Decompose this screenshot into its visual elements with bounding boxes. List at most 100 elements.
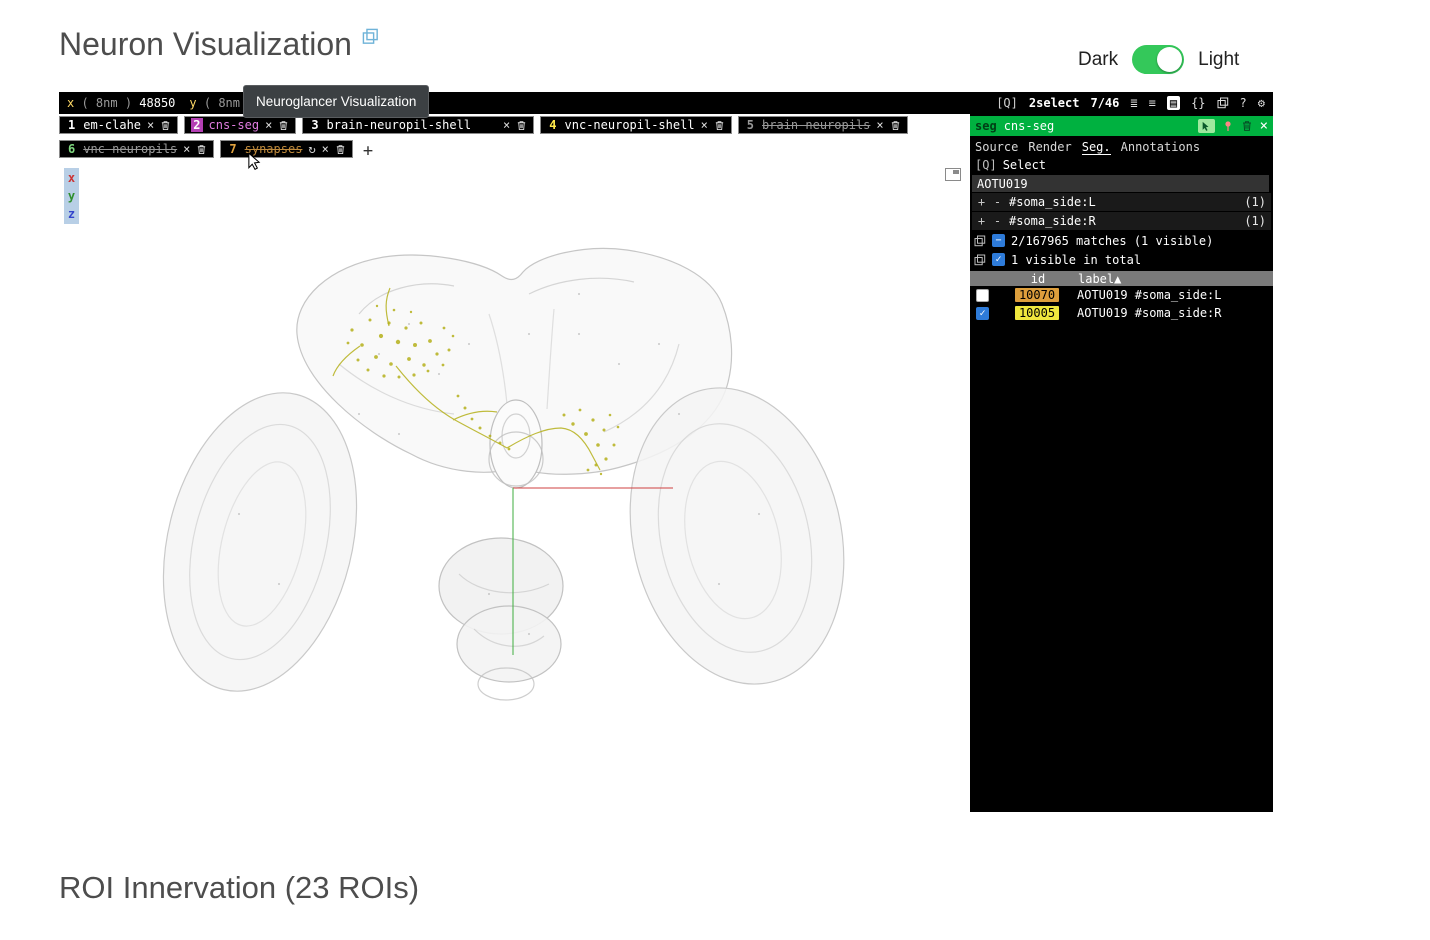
tab-source[interactable]: Source xyxy=(975,140,1018,154)
layer-panel-header[interactable]: seg cns-seg × xyxy=(970,116,1273,136)
tab-seg[interactable]: Seg. xyxy=(1082,140,1111,155)
neuroglancer-viewer: x ( 8nm ) 48850 y ( 8nm ) [Q] 2select 7/… xyxy=(59,92,1273,812)
trash-icon[interactable] xyxy=(890,120,901,131)
tag-include-button[interactable]: + xyxy=(977,195,986,209)
picture-in-picture-icon[interactable] xyxy=(945,168,961,181)
add-layer-button[interactable]: + xyxy=(359,141,377,161)
theme-switch[interactable] xyxy=(1132,45,1184,74)
layer-tab-synapses[interactable]: 7 synapses ↻ × xyxy=(220,140,353,158)
segmentation-side-panel: seg cns-seg × Source Render Seg. Annotat… xyxy=(970,114,1273,812)
column-label[interactable]: label▲ xyxy=(1078,272,1121,286)
segment-label: AOTU019 #soma_side:L xyxy=(1077,288,1222,302)
segment-row-10005[interactable]: ✓ 10005 AOTU019 #soma_side:R xyxy=(970,304,1273,322)
neuroglancer-viewport[interactable]: x y z xyxy=(59,114,966,812)
layer-tab-em-clahe[interactable]: 1 em-clahe × xyxy=(59,116,178,134)
axis-z-label: z xyxy=(68,206,75,222)
selection-fraction: 7/46 xyxy=(1090,96,1119,110)
roi-innervation-heading: ROI Innervation (23 ROIs) xyxy=(59,870,419,906)
sort-asc-icon: ▲ xyxy=(1114,272,1121,286)
layer-panel-tabs: Source Render Seg. Annotations xyxy=(970,136,1273,156)
pick-cursor-icon[interactable] xyxy=(1198,119,1215,133)
close-panel-icon[interactable]: × xyxy=(1260,118,1268,134)
layer-tab-vnc-neuropils[interactable]: 6 vnc-neuropils × xyxy=(59,140,214,158)
matches-checkbox[interactable]: − xyxy=(992,234,1005,247)
close-icon[interactable]: × xyxy=(876,118,883,132)
brain-mesh-render xyxy=(59,114,966,812)
layer-tab-vnc-neuropil-shell[interactable]: 4 vnc-neuropil-shell × xyxy=(540,116,732,134)
tag-count: (1) xyxy=(1244,214,1266,228)
dimension-x[interactable]: x ( 8nm ) 48850 xyxy=(67,96,175,110)
trash-icon[interactable] xyxy=(335,144,346,155)
side-panel-icon[interactable]: ▤ xyxy=(1167,96,1180,110)
layer-type-badge: seg xyxy=(975,119,997,133)
tag-include-button[interactable]: + xyxy=(977,214,986,228)
close-icon[interactable]: × xyxy=(503,118,510,132)
trash-icon[interactable] xyxy=(196,144,207,155)
visible-checkbox[interactable]: ✓ xyxy=(992,253,1005,266)
position-dimensions[interactable]: x ( 8nm ) 48850 y ( 8nm ) xyxy=(67,96,254,110)
tab-annotations[interactable]: Annotations xyxy=(1121,140,1200,154)
tag-count: (1) xyxy=(1244,195,1266,209)
matches-row: − 2/167965 matches (1 visible) xyxy=(970,231,1273,250)
trash-icon[interactable] xyxy=(278,120,289,131)
tag-row-soma-side-l[interactable]: + - #soma_side:L (1) xyxy=(972,193,1271,211)
segment-row-10070[interactable]: 10070 AOTU019 #soma_side:L xyxy=(970,286,1273,304)
copy-visible-ids-icon[interactable] xyxy=(974,254,986,266)
tooltip: Neuroglancer Visualization xyxy=(243,85,429,118)
copy-ids-icon[interactable] xyxy=(974,235,986,247)
layer-tab-brain-neuropils[interactable]: 5 brain-neuropils × xyxy=(738,116,908,134)
help-icon[interactable]: ? xyxy=(1240,96,1247,110)
matches-text: 2/167965 matches (1 visible) xyxy=(1011,234,1213,248)
close-icon[interactable]: × xyxy=(265,118,272,132)
theme-toggle: Dark Light xyxy=(1078,45,1239,74)
trash-icon[interactable] xyxy=(714,120,725,131)
select-shortcut-hint: [Q] xyxy=(975,158,997,172)
copy-link-icon[interactable] xyxy=(362,28,379,45)
trash-icon[interactable] xyxy=(516,120,527,131)
tag-exclude-button[interactable]: - xyxy=(993,195,1002,209)
segment-search-input[interactable] xyxy=(972,175,1269,192)
position-bar: x ( 8nm ) 48850 y ( 8nm ) [Q] 2select 7/… xyxy=(59,92,1273,114)
trash-icon[interactable] xyxy=(160,120,171,131)
segment-visibility-checkbox[interactable] xyxy=(976,289,989,302)
tag-row-soma-side-r[interactable]: + - #soma_side:R (1) xyxy=(972,212,1271,230)
layer-stack-icon[interactable]: ≣ xyxy=(1130,96,1137,110)
segment-id-chip[interactable]: 10070 xyxy=(1015,288,1059,302)
select-label: Select xyxy=(1003,158,1046,172)
segment-table-header: id label▲ xyxy=(970,271,1273,286)
refresh-icon[interactable]: ↻ xyxy=(308,142,315,156)
duplicate-view-icon[interactable] xyxy=(1217,97,1229,109)
tab-render[interactable]: Render xyxy=(1028,140,1071,154)
layer-list-icon[interactable]: ≡ xyxy=(1149,96,1156,110)
layer-tab-brain-neuropil-shell[interactable]: 3 brain-neuropil-shell × xyxy=(302,116,534,134)
close-icon[interactable]: × xyxy=(147,118,154,132)
layer-name-label: cns-seg xyxy=(1004,119,1055,133)
tag-name: #soma_side:R xyxy=(1009,214,1237,228)
close-icon[interactable]: × xyxy=(322,142,329,156)
page-title: Neuron Visualization xyxy=(59,26,379,63)
axis-indicator: x y z xyxy=(64,168,79,224)
segment-label: AOTU019 #soma_side:R xyxy=(1077,306,1222,320)
trash-icon[interactable] xyxy=(1241,120,1253,132)
axis-x-label: x xyxy=(68,170,75,186)
settings-gear-icon[interactable]: ⚙ xyxy=(1258,96,1265,110)
theme-switch-knob[interactable] xyxy=(1157,47,1182,72)
theme-dark-label: Dark xyxy=(1078,49,1118,71)
segment-id-chip[interactable]: 10005 xyxy=(1015,306,1059,320)
close-icon[interactable]: × xyxy=(701,118,708,132)
json-state-icon[interactable]: {} xyxy=(1191,96,1205,110)
layer-tabs-row-1: 1 em-clahe × 2 cns-seg × 3 brain-neuropi… xyxy=(59,116,908,134)
visible-text: 1 visible in total xyxy=(1011,253,1141,267)
segment-visibility-checkbox[interactable]: ✓ xyxy=(976,307,989,320)
select-mode-label[interactable]: 2select xyxy=(1029,96,1080,110)
tag-name: #soma_side:L xyxy=(1009,195,1237,209)
tag-exclude-button[interactable]: - xyxy=(993,214,1002,228)
select-row: [Q] Select xyxy=(970,156,1273,174)
pin-panel-icon[interactable] xyxy=(1222,120,1234,132)
layer-tab-cns-seg[interactable]: 2 cns-seg × xyxy=(184,116,296,134)
close-icon[interactable]: × xyxy=(183,142,190,156)
layer-tabs-row-2: 6 vnc-neuropils × 7 synapses ↻ × + xyxy=(59,140,377,161)
column-id[interactable]: id xyxy=(1016,272,1060,286)
theme-light-label: Light xyxy=(1198,49,1239,71)
page-title-text: Neuron Visualization xyxy=(59,26,352,63)
